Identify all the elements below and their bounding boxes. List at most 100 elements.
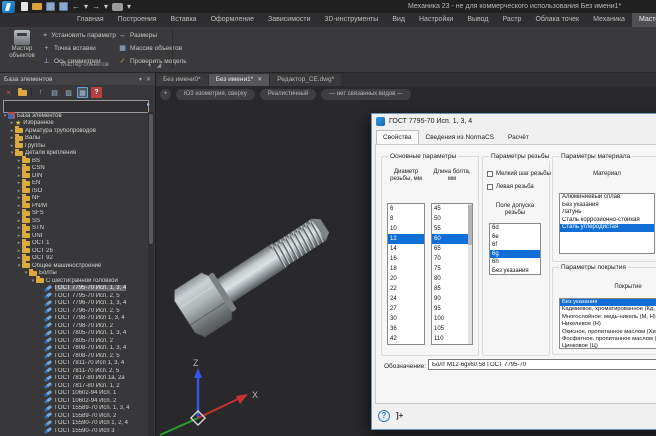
list-option[interactable]: 65 [432, 244, 472, 254]
tree-item[interactable]: ▸Валы [0, 135, 148, 143]
tree-item[interactable]: ГОСТ 10602-94 Исп. 2 [0, 397, 148, 405]
размеры-button[interactable]: ↔Размеры [118, 29, 192, 42]
tree-item[interactable]: ▾С шестигранной головкой [0, 277, 148, 285]
установить-параметр-button[interactable]: ⌖Установить параметр [42, 29, 116, 42]
qat-dropdown-icon[interactable]: ▾ [127, 2, 131, 11]
new-folder-icon[interactable] [17, 87, 28, 98]
close-icon[interactable]: ✕ [146, 76, 151, 83]
tree-item[interactable]: ГОСТ 15590-70 Исп 1, 2, 4 [0, 420, 148, 428]
tree-item[interactable]: ▸Арматура трубопроводов [0, 127, 148, 135]
tree-item[interactable]: ▾Болты [0, 270, 148, 278]
tree-item[interactable]: ГОСТ 7798-70 Исп 1, 3, 4 [0, 315, 148, 323]
tree-item[interactable]: ГОСТ 7811-70 Исп 1, 3, 4 [0, 360, 148, 368]
tree-item[interactable]: ▸★Избранное [0, 120, 148, 128]
tree-scrollbar[interactable] [148, 112, 154, 436]
list-option[interactable]: Никелевое (Н) [560, 321, 656, 328]
dialog-help-icon[interactable]: ? [378, 410, 390, 422]
ribbon-tab-Облака точек[interactable]: Облака точек [528, 13, 586, 27]
tree-item[interactable]: ГОСТ 7808-70 Исп. 1, 3, 4 [0, 345, 148, 353]
list-option[interactable]: 12 [388, 234, 424, 244]
list-option[interactable]: 6e [490, 233, 540, 242]
tree-item[interactable]: ГОСТ 7808-70 Исп. 2, 5 [0, 352, 148, 360]
up-level-icon[interactable]: ↑ [35, 87, 46, 98]
tree-item[interactable]: ГОСТ 7796-70 Исп. 2, 5 [0, 307, 148, 315]
list-option[interactable]: 45 [432, 204, 472, 214]
list-option[interactable]: Окисное, пропитанное маслом (Хим. Окс [560, 329, 656, 336]
list-option[interactable]: 30 [388, 314, 424, 324]
sort-icon[interactable]: ▨ [63, 87, 74, 98]
list-option[interactable]: 20 [388, 274, 424, 284]
list-option[interactable]: 6h [490, 258, 540, 267]
list-option[interactable]: 42 [388, 334, 424, 344]
list-option[interactable]: 80 [432, 274, 472, 284]
list-option[interactable]: Многослойное: медь-никель (М, Н) [560, 314, 656, 321]
dialog-insert-icon[interactable]: ]+ [396, 411, 403, 421]
palette-help-icon[interactable]: ? [91, 87, 102, 98]
tree-item[interactable]: ГОСТ 7795-70 Исп. 1, 3, 4 [0, 285, 148, 293]
list-option[interactable]: 70 [432, 254, 472, 264]
redo-dropdown-icon[interactable]: ▾ [104, 2, 108, 11]
tree-item[interactable]: ГОСТ 7805-70 Исп. 1, 3, 4 [0, 330, 148, 338]
list-option[interactable]: 75 [432, 264, 472, 274]
ribbon-tab-Растр[interactable]: Растр [496, 13, 529, 27]
close-tab-icon[interactable]: ✕ [257, 74, 262, 86]
list-option[interactable]: 22 [388, 284, 424, 294]
length-list[interactable]: 4550556065707580859095100105110 [431, 203, 473, 345]
undo-icon[interactable]: ← [72, 2, 80, 11]
tree-item[interactable]: ГОСТ 7798-70 Исп. 2 [0, 322, 148, 330]
list-option[interactable]: Алюминиевый сплав [560, 194, 654, 202]
bolt-3d-model[interactable] [164, 151, 384, 381]
elements-view-icon[interactable]: ▤ [49, 87, 60, 98]
view-control-button[interactable]: ЮЗ изометрия, сверху [176, 89, 255, 100]
new-file-icon[interactable] [21, 2, 28, 11]
ribbon-tab-Мастер объектов[interactable]: Мастер объектов [632, 13, 656, 27]
document-tab[interactable]: Редактор_СЕ.dwg* [270, 74, 341, 86]
list-option[interactable]: Без указания [560, 299, 656, 306]
print-icon[interactable] [112, 3, 123, 11]
list-option[interactable]: 16 [388, 254, 424, 264]
ribbon-tab-Настройки[interactable]: Настройки [412, 13, 460, 27]
save-all-icon[interactable] [59, 2, 68, 11]
list-option[interactable]: 55 [432, 224, 472, 234]
list-option[interactable]: Сталь углеродистая [560, 224, 654, 232]
list-option[interactable]: 8 [388, 214, 424, 224]
list-option[interactable]: 95 [432, 304, 472, 314]
document-tab[interactable]: Без имени1*✕ [209, 74, 270, 86]
list-option[interactable]: Без указания [560, 202, 654, 210]
document-tab[interactable]: Без имени0* [156, 74, 208, 86]
redo-icon[interactable]: → [92, 2, 100, 11]
list-option[interactable]: 6 [388, 204, 424, 214]
view-control-button[interactable]: Реалистичный [260, 89, 316, 100]
search-filter-icon[interactable]: ▸ [147, 101, 150, 108]
open-folder-icon[interactable] [32, 3, 42, 10]
tree-item[interactable]: ГОСТ 7805-70 Исп. 2 [0, 337, 148, 345]
material-list[interactable]: Алюминиевый сплавБез указанияЛатунь Сталь… [559, 193, 655, 254]
list-option[interactable]: 110 [432, 334, 472, 344]
designation-input[interactable] [428, 359, 656, 370]
tree-item[interactable]: ГОСТ 7795-70 Исп. 2, 5 [0, 292, 148, 300]
tree-item[interactable]: ▾Общее машиностроение [0, 262, 148, 270]
left-thread-checkbox[interactable]: Левая резьба [487, 184, 534, 190]
tree-item[interactable]: ГОСТ 7817-80 Исп. 1, 2 [0, 382, 148, 390]
ribbon-tab-Главная[interactable]: Главная [70, 13, 111, 27]
ucs-axes-icon[interactable]: Z X [158, 356, 268, 436]
dialog-title-bar[interactable]: ГОСТ 7795-70 Исп. 1, 3, 4 [372, 114, 656, 129]
list-option[interactable]: 50 [432, 214, 472, 224]
checkbox-box[interactable] [487, 184, 493, 190]
ribbon-tab-Вид[interactable]: Вид [385, 13, 412, 27]
list-option[interactable]: 6g [490, 250, 540, 259]
coating-list[interactable]: Без указанияКадмиевое, хроматированное (… [559, 298, 656, 349]
list-option[interactable]: 10 [388, 224, 424, 234]
dialog-tab-Свойства[interactable]: Свойства [376, 130, 419, 144]
delete-element-icon[interactable]: ✕ [3, 87, 14, 98]
diameter-list[interactable]: 68101214161820222427303642 [387, 203, 425, 345]
pin-icon[interactable]: ▾ [139, 76, 142, 83]
list-option[interactable]: Без указания [490, 267, 540, 276]
list-option[interactable]: Латунь [560, 209, 654, 217]
preview-icon[interactable]: ▦ [77, 87, 88, 98]
list-option[interactable]: 27 [388, 304, 424, 314]
ribbon-tab-3D-инструменты[interactable]: 3D-инструменты [318, 13, 386, 27]
list-option[interactable]: 6d [490, 224, 540, 233]
list-option[interactable]: 105 [432, 324, 472, 334]
list-option[interactable]: 36 [388, 324, 424, 334]
